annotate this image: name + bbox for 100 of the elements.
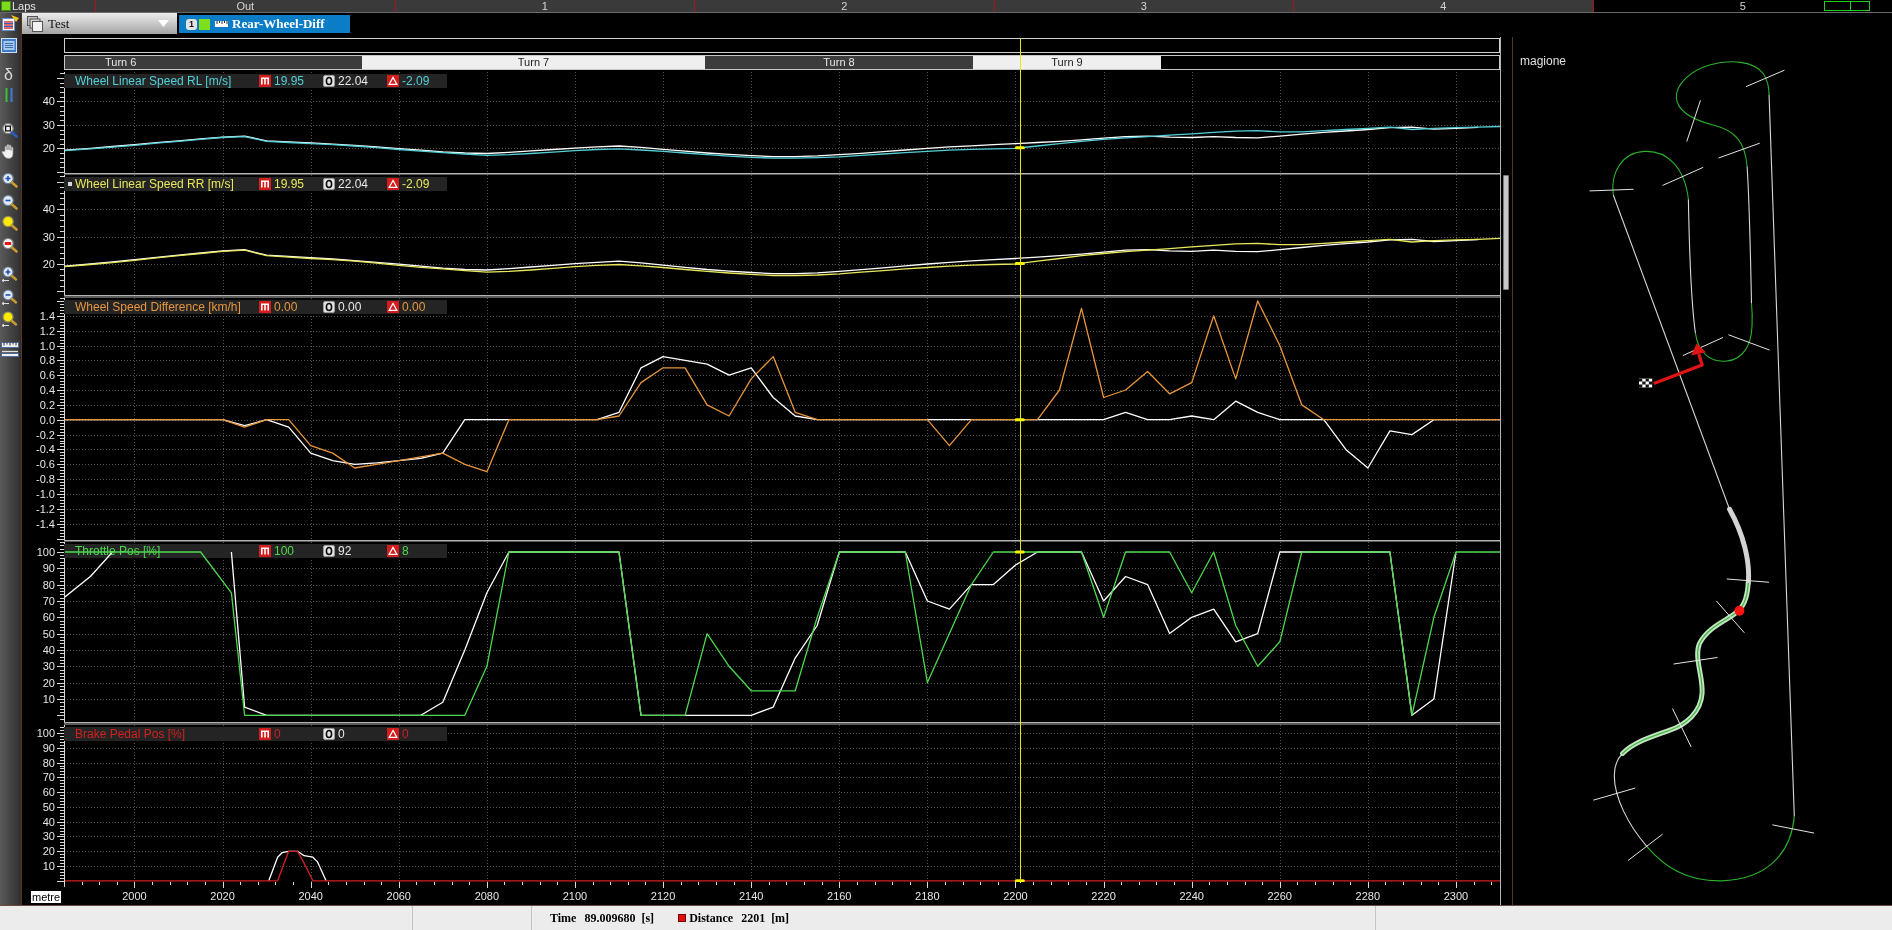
checkered-flag-icon — [1639, 378, 1653, 388]
axis-label: 30 — [42, 118, 55, 131]
laps-title: Laps — [12, 0, 36, 12]
axis-label: 30 — [42, 230, 55, 243]
corner-marker — [1682, 337, 1724, 357]
ruler-icon[interactable] — [1, 342, 19, 357]
triangle-badge-icon — [387, 75, 399, 87]
ring-badge-icon — [323, 75, 335, 87]
corner-marker — [1686, 99, 1701, 143]
axis-label: 0.4 — [39, 384, 55, 397]
range-marker-icon[interactable] — [1824, 1, 1870, 11]
turn-segment: Turn 9 — [973, 56, 1161, 69]
turn-segment: Turn 6 — [65, 56, 362, 69]
distance-unit: [m] — [771, 911, 790, 925]
corner-marker — [1727, 334, 1771, 351]
axis-label: 30 — [42, 830, 55, 843]
bars-badge-icon — [259, 728, 271, 740]
bars-badge-icon — [259, 178, 271, 190]
corner-marker — [1771, 824, 1815, 834]
zoom-in-icon[interactable] — [1, 266, 19, 282]
reference-value: 92 — [338, 544, 352, 558]
axis-label: 1.4 — [39, 309, 55, 322]
turn-segment: Turn 8 — [705, 56, 973, 69]
axis-label: -1.0 — [36, 488, 55, 500]
axis-label: 2000 — [122, 890, 147, 902]
corner-marker — [1671, 708, 1692, 748]
zoom-out-icon[interactable] — [1, 289, 19, 305]
corner-marker — [1673, 656, 1718, 665]
axis-label: 80 — [42, 756, 55, 769]
axis-unit-label: metre — [31, 891, 62, 903]
lap-segment[interactable]: 5 — [1592, 0, 1892, 12]
window-icon[interactable] — [1, 38, 17, 53]
axis-label: 90 — [42, 741, 55, 754]
axis-label: -0.2 — [36, 428, 55, 441]
magnifier-icon[interactable] — [1, 237, 19, 253]
channel-name: Brake Pedal Pos [%] — [75, 727, 186, 741]
ring-badge-icon — [323, 178, 335, 190]
axis-label: 30 — [42, 660, 55, 673]
axis-label: 80 — [42, 578, 55, 591]
reference-value: 0 — [338, 727, 345, 741]
axis-label: 40 — [42, 203, 55, 216]
scrollbar-thumb[interactable] — [1503, 175, 1509, 290]
time-label: Time — [550, 911, 577, 925]
reference-value: 22.04 — [338, 177, 369, 191]
axis-label: 90 — [42, 562, 55, 575]
cursor-line[interactable] — [1019, 38, 1021, 883]
caret-icon — [158, 20, 169, 27]
document-icon[interactable] — [1, 15, 19, 32]
ring-badge-icon — [323, 301, 335, 313]
zoom-out-icon[interactable] — [1, 194, 19, 210]
axis-label: 2220 — [1091, 890, 1116, 902]
axis-label: 10 — [42, 860, 55, 873]
axis-label: 2060 — [386, 890, 411, 902]
delta-value: -2.09 — [402, 74, 430, 88]
corner-marker — [1589, 188, 1634, 192]
vertical-lines-icon[interactable] — [4, 88, 14, 102]
magnifier-icon[interactable] — [1, 311, 19, 327]
axis-label: 0.0 — [39, 413, 55, 426]
hand-icon[interactable] — [1, 143, 17, 159]
current-value: 19.95 — [274, 177, 305, 191]
bars-badge-icon — [259, 75, 271, 87]
axis-label: 2240 — [1179, 890, 1204, 902]
current-value: 100 — [274, 544, 295, 558]
triangle-badge-icon — [387, 301, 399, 313]
axis-label: 0.8 — [39, 354, 55, 367]
axis-label: -1.2 — [36, 502, 55, 515]
axis-label: 2080 — [474, 890, 500, 902]
swatch-icon — [199, 18, 210, 30]
ring-badge-icon — [323, 728, 335, 740]
axis-label: -0.6 — [36, 458, 55, 471]
corner-marker — [1592, 787, 1636, 801]
time-unit: [s] — [641, 911, 655, 925]
zoom-box-icon[interactable] — [1, 122, 19, 138]
ruler-icon — [215, 21, 228, 27]
channel-name: Wheel Speed Difference [km/h] — [75, 300, 241, 314]
zoom-in-icon[interactable] — [1, 172, 19, 188]
channel-name: Wheel Linear Speed RR [m/s] — [75, 177, 234, 191]
axis-label: 2280 — [1355, 890, 1381, 902]
windows-icon — [27, 15, 43, 32]
axis-label: 50 — [42, 800, 55, 813]
channel-name: Wheel Linear Speed RL [m/s] — [75, 74, 232, 88]
bars-badge-icon — [259, 301, 271, 313]
triangle-badge-icon — [387, 545, 399, 557]
axis-label: -0.4 — [36, 443, 55, 456]
workbook-tab[interactable]: 1 Rear-Wheel-Diff — [179, 15, 350, 33]
axis-label: 2300 — [1443, 890, 1469, 902]
square-icon — [678, 914, 687, 922]
arrow-icon — [1653, 343, 1706, 386]
square-icon — [1, 1, 11, 11]
magnifier-icon[interactable] — [1, 215, 19, 231]
ring-badge-icon — [323, 545, 335, 557]
axis-label: 40 — [42, 815, 55, 828]
delta-button[interactable]: δ — [4, 67, 13, 83]
distance-label: Distance — [689, 911, 734, 925]
axis-label: -1.4 — [36, 517, 55, 530]
session-dropdown[interactable]: Test — [22, 13, 177, 34]
delta-value: 0.00 — [402, 300, 426, 314]
time-value: 89.009680 — [584, 911, 636, 925]
axis-label: 2260 — [1267, 890, 1292, 902]
reference-value: 0.00 — [338, 300, 362, 314]
